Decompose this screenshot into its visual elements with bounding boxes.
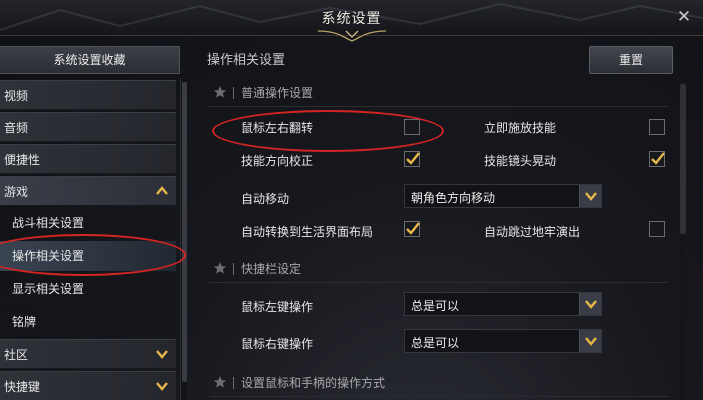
chevron-down-icon bbox=[585, 300, 597, 309]
section-title: 快捷栏设定 bbox=[241, 262, 302, 276]
sidebar-item-nameplate[interactable]: 铭牌 bbox=[0, 307, 176, 337]
sidebar-item-label: 游戏 bbox=[4, 185, 29, 199]
chevron-down-icon bbox=[156, 350, 168, 359]
right-click-value: 总是可以 bbox=[411, 336, 460, 350]
dropdown-arrow[interactable] bbox=[579, 330, 601, 352]
dropdown-arrow[interactable] bbox=[579, 185, 601, 207]
section-rule bbox=[209, 396, 669, 397]
section-title: 设置鼠标和手柄的操作方式 bbox=[241, 376, 386, 390]
setting-label-auto-move: 自动移动 bbox=[241, 192, 290, 206]
right-click-dropdown[interactable]: 总是可以 bbox=[404, 329, 602, 353]
title-ornament-icon bbox=[317, 30, 387, 42]
left-click-dropdown[interactable]: 总是可以 bbox=[404, 292, 602, 316]
sidebar-item-convenience[interactable]: 便捷性 bbox=[0, 144, 176, 174]
sidebar-item-display[interactable]: 显示相关设置 bbox=[0, 274, 176, 304]
section-divider bbox=[233, 263, 234, 275]
chevron-down-icon bbox=[585, 337, 597, 346]
instant-cast-checkbox[interactable] bbox=[649, 119, 665, 135]
camera-shake-checkbox[interactable] bbox=[649, 151, 665, 167]
sidebar-item-combat[interactable]: 战斗相关设置 bbox=[0, 208, 176, 238]
section-header-general: 普通操作设置 bbox=[209, 83, 509, 105]
favorites-button[interactable]: 系统设置收藏 bbox=[0, 46, 180, 74]
settings-main-panel: 操作相关设置 重置 普通操作设置 鼠标左右翻转 立即施放技能 技能方向校正 技能… bbox=[199, 44, 673, 400]
sidebar-item-label: 社区 bbox=[4, 348, 29, 362]
mouse-swap-checkbox[interactable] bbox=[404, 119, 420, 135]
settings-window: 系统设置 ✕ 系统设置收藏 视频 音频 便捷性 游戏 战斗相关设置 操作相关设置 bbox=[0, 0, 703, 400]
section-divider bbox=[233, 377, 234, 389]
section-rule bbox=[209, 106, 669, 107]
sidebar-item-label: 音频 bbox=[4, 121, 29, 135]
section-header-quickbar: 快捷栏设定 bbox=[209, 259, 509, 281]
skill-direction-checkbox[interactable] bbox=[404, 151, 420, 167]
chevron-down-icon bbox=[585, 192, 597, 201]
sidebar-item-label: 战斗相关设置 bbox=[12, 216, 85, 230]
chevron-up-icon bbox=[156, 186, 168, 195]
sidebar-item-label: 视频 bbox=[4, 89, 29, 103]
section-title: 普通操作设置 bbox=[241, 86, 314, 100]
sidebar-item-game[interactable]: 游戏 bbox=[0, 176, 176, 206]
sidebar-item-audio[interactable]: 音频 bbox=[0, 112, 176, 142]
sidebar-item-label: 便捷性 bbox=[4, 153, 41, 167]
sidebar-item-video[interactable]: 视频 bbox=[0, 80, 176, 110]
checkmark-icon bbox=[406, 152, 420, 165]
panel-title: 操作相关设置 bbox=[207, 53, 286, 68]
sidebar-item-controls[interactable]: 操作相关设置 bbox=[0, 241, 176, 271]
sidebar-item-community[interactable]: 社区 bbox=[0, 339, 176, 369]
setting-label-skip-dungeon-cutscene: 自动跳过地牢演出 bbox=[484, 225, 581, 239]
auto-move-dropdown[interactable]: 朝角色方向移动 bbox=[404, 184, 602, 208]
sidebar-item-label: 操作相关设置 bbox=[12, 249, 85, 263]
setting-label-skill-direction: 技能方向校正 bbox=[241, 154, 314, 168]
auto-life-layout-checkbox[interactable] bbox=[404, 221, 420, 237]
setting-label-right-click: 鼠标右键操作 bbox=[241, 337, 314, 351]
section-rule bbox=[209, 282, 669, 283]
checkmark-icon bbox=[651, 152, 665, 165]
chevron-down-icon bbox=[156, 382, 168, 391]
skip-dungeon-cutscene-checkbox[interactable] bbox=[649, 221, 665, 237]
sidebar-scrollbar-thumb[interactable] bbox=[182, 82, 187, 382]
setting-label-auto-life-layout: 自动转换到生活界面布局 bbox=[241, 225, 374, 239]
close-icon: ✕ bbox=[676, 7, 692, 27]
star-icon[interactable] bbox=[213, 261, 227, 275]
close-button[interactable]: ✕ bbox=[673, 6, 695, 28]
sidebar-item-hotkeys[interactable]: 快捷键 bbox=[0, 371, 176, 400]
dropdown-arrow[interactable] bbox=[579, 293, 601, 315]
section-header-mouse-gamepad: 设置鼠标和手柄的操作方式 bbox=[209, 373, 509, 395]
setting-label-left-click: 鼠标左键操作 bbox=[241, 300, 314, 314]
main-scrollbar-thumb[interactable] bbox=[680, 84, 686, 234]
window-title: 系统设置 bbox=[321, 11, 382, 27]
left-click-value: 总是可以 bbox=[411, 299, 460, 313]
sidebar-item-label: 快捷键 bbox=[4, 380, 41, 394]
sidebar-item-label: 铭牌 bbox=[12, 315, 37, 329]
star-icon[interactable] bbox=[213, 85, 227, 99]
section-divider bbox=[233, 87, 234, 99]
sidebar-scrollbar[interactable] bbox=[180, 78, 187, 400]
sidebar-item-label: 显示相关设置 bbox=[12, 282, 85, 296]
checkmark-icon bbox=[406, 222, 420, 235]
star-icon[interactable] bbox=[213, 375, 227, 389]
setting-label-mouse-swap: 鼠标左右翻转 bbox=[241, 121, 314, 135]
auto-move-value: 朝角色方向移动 bbox=[411, 191, 496, 205]
settings-sidebar: 系统设置收藏 视频 音频 便捷性 游戏 战斗相关设置 操作相关设置 显示相关设置… bbox=[0, 44, 188, 400]
main-scrollbar[interactable] bbox=[680, 78, 686, 400]
reset-button[interactable]: 重置 bbox=[589, 46, 673, 74]
setting-label-instant-cast: 立即施放技能 bbox=[484, 121, 557, 135]
setting-label-camera-shake: 技能镜头晃动 bbox=[484, 154, 557, 168]
